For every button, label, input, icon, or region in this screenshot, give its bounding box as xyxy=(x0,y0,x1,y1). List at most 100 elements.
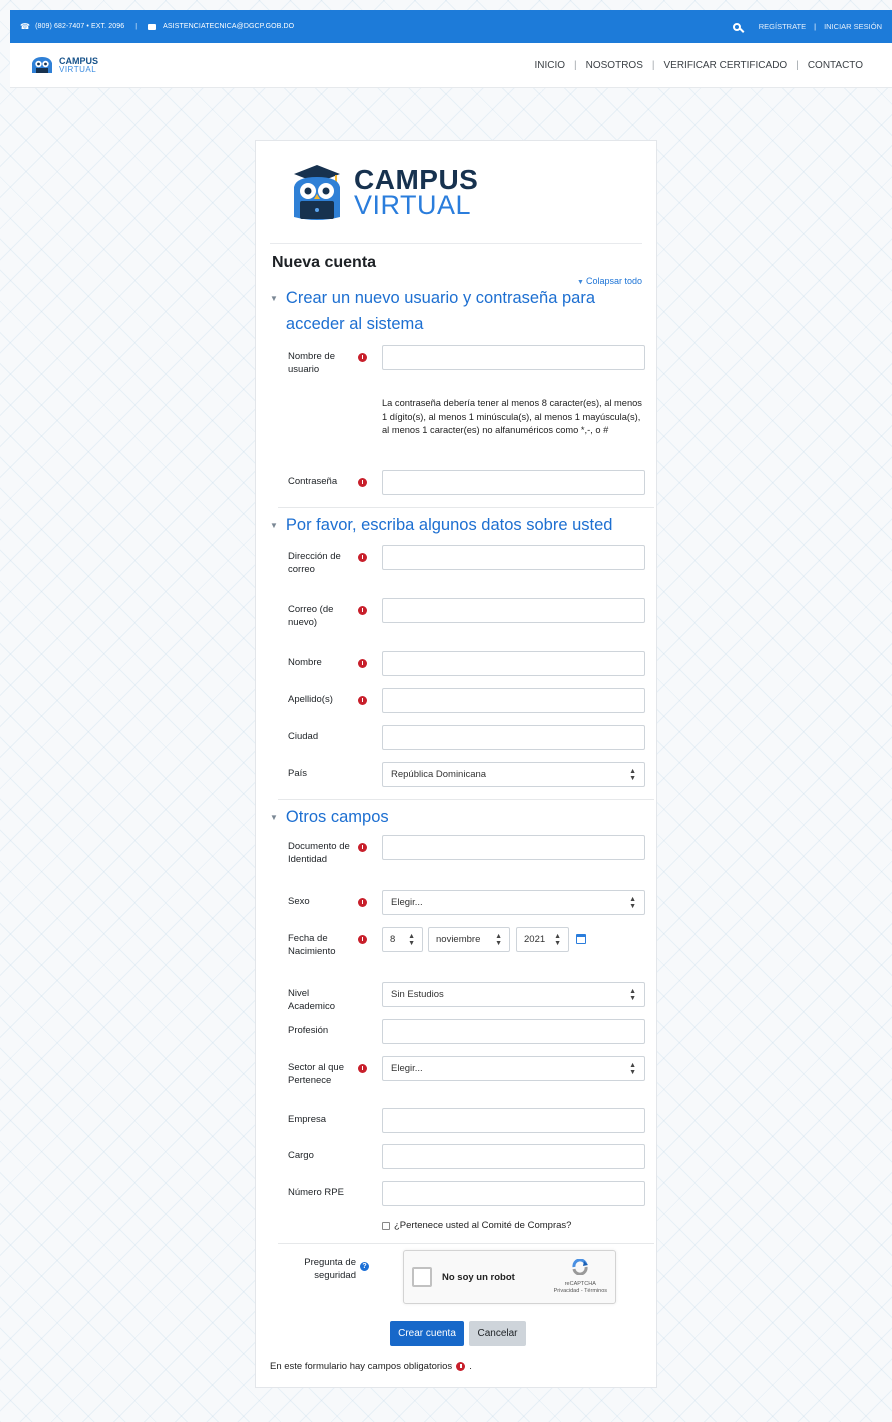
collapse-all-link[interactable]: ▼ Colapsar todo xyxy=(270,276,642,286)
lastname-row: Apellido(s) xyxy=(270,688,645,714)
committee-checkbox[interactable] xyxy=(382,1221,390,1230)
nav-item-verificar-certificado[interactable]: VERIFICAR CERTIFICADO xyxy=(654,60,796,71)
search-icon[interactable] xyxy=(732,22,741,31)
recaptcha-links[interactable]: Privacidad - Términos xyxy=(554,1288,607,1295)
academic-level-value: Sin Estudios xyxy=(391,989,444,1001)
section-collapse-icon: ▼ xyxy=(270,521,278,531)
required-fields-note: En este formulario hay campos obligatori… xyxy=(270,1361,472,1372)
login-link[interactable]: INICIAR SESIÓN xyxy=(824,22,882,31)
register-link[interactable]: REGÍSTRATE xyxy=(759,22,806,31)
required-note-period: . xyxy=(469,1361,472,1372)
email-row: Dirección de correo xyxy=(270,545,645,577)
section-account-title: Crear un nuevo usuario y contraseña para… xyxy=(285,289,596,333)
owl-logo-icon xyxy=(32,57,52,73)
calendar-icon[interactable] xyxy=(576,934,586,945)
contact-info: ☎ (809) 682-7407 • EXT. 2096 | ASISTENCI… xyxy=(20,22,294,31)
position-input[interactable] xyxy=(382,1144,645,1170)
recaptcha-checkbox[interactable] xyxy=(412,1267,432,1288)
id-document-input[interactable] xyxy=(382,835,645,861)
username-row: Nombre de usuario xyxy=(270,345,645,377)
help-icon[interactable]: ? xyxy=(360,1262,369,1272)
birth-year-value: 2021 xyxy=(524,934,546,946)
academic-level-select[interactable]: Sin Estudios ▲ ▼ xyxy=(382,982,645,1008)
section-divider xyxy=(278,799,654,801)
required-icon xyxy=(358,553,367,563)
profession-input[interactable] xyxy=(382,1019,645,1045)
required-note-text: En este formulario hay campos obligatori… xyxy=(270,1361,453,1372)
security-question-label: Pregunta de seguridad xyxy=(304,1257,356,1282)
logo-text-campus: CAMPUS xyxy=(354,163,479,195)
signup-card: CAMPUS VIRTUAL Nueva cuenta ▼ Colapsar to… xyxy=(255,140,657,1388)
email-confirm-input[interactable] xyxy=(382,598,645,624)
select-caret-icon: ▲ ▼ xyxy=(495,932,502,947)
birth-month-select[interactable]: noviembre ▲ ▼ xyxy=(428,927,510,953)
collapse-all-caret-icon: ▼ xyxy=(577,279,584,286)
firstname-input[interactable] xyxy=(382,651,645,677)
select-caret-icon: ▲ ▼ xyxy=(629,1061,636,1076)
birth-day-select[interactable]: 8 ▲ ▼ xyxy=(382,927,423,953)
email-input[interactable] xyxy=(382,545,645,571)
birth-month-value: noviembre xyxy=(436,934,481,946)
section-about-header[interactable]: ▼ Por favor, escriba algunos datos sobre… xyxy=(270,513,650,539)
brand-logo-link[interactable]: CAMPUS VIRTUAL xyxy=(30,55,98,75)
firstname-row: Nombre xyxy=(270,651,645,677)
country-label: País xyxy=(288,768,308,780)
sector-selected-value: Elegir... xyxy=(391,1063,423,1075)
campus-virtual-logo: CAMPUS VIRTUAL xyxy=(288,157,642,229)
password-input[interactable] xyxy=(382,470,645,496)
nav-item-inicio[interactable]: INICIO xyxy=(525,60,574,71)
create-account-button[interactable]: Crear cuenta xyxy=(390,1321,464,1346)
birthdate-row: Fecha de Nacimiento 8 ▲ ▼ noviembre ▲ ▼ 20… xyxy=(270,927,645,967)
select-caret-icon: ▲ ▼ xyxy=(629,767,636,782)
logo-divider xyxy=(270,243,642,244)
required-icon xyxy=(358,606,367,616)
section-account-header[interactable]: ▼ Crear un nuevo usuario y contraseña pa… xyxy=(270,286,600,337)
academic-level-label: Nivel Academico xyxy=(288,988,335,1013)
section-about-title: Por favor, escriba algunos datos sobre u… xyxy=(285,516,613,535)
lastname-input[interactable] xyxy=(382,688,645,714)
nav-menu: INICIO | NOSOTROS | VERIFICAR CERTIFICAD… xyxy=(525,60,872,71)
email-label: Dirección de correo xyxy=(288,551,341,576)
rpe-number-input[interactable] xyxy=(382,1181,645,1207)
company-row: Empresa xyxy=(270,1108,645,1134)
section-divider xyxy=(278,1243,654,1245)
username-label: Nombre de usuario xyxy=(288,351,335,376)
section-other-header[interactable]: ▼ Otros campos xyxy=(270,805,389,831)
birth-year-select[interactable]: 2021 ▲ ▼ xyxy=(516,927,569,953)
profession-label: Profesión xyxy=(288,1025,329,1037)
support-email[interactable]: ASISTENCIATECNICA@DGCP.GOB.DO xyxy=(163,23,294,30)
section-collapse-icon: ▼ xyxy=(270,813,278,823)
profession-row: Profesión xyxy=(270,1019,645,1045)
country-select[interactable]: República Dominicana ▲ ▼ xyxy=(382,762,645,788)
nav-item-nosotros[interactable]: NOSOTROS xyxy=(577,60,652,71)
cancel-button[interactable]: Cancelar xyxy=(469,1321,526,1346)
phone-number: (809) 682-7407 • EXT. 2096 xyxy=(35,23,125,30)
sector-row: Sector al que Pertenece Elegir... ▲ ▼ xyxy=(270,1056,645,1088)
recaptcha-brand: reCAPTCHA xyxy=(564,1280,596,1287)
id-document-row: Documento de Identidad xyxy=(270,835,645,867)
brand-name-line2: VIRTUAL xyxy=(59,64,97,74)
lastname-label: Apellido(s) xyxy=(288,694,333,706)
page-title: Nueva cuenta xyxy=(272,254,377,271)
sector-select[interactable]: Elegir... ▲ ▼ xyxy=(382,1056,645,1082)
company-input[interactable] xyxy=(382,1108,645,1134)
required-icon xyxy=(358,696,367,706)
username-input[interactable] xyxy=(382,345,645,371)
country-selected-value: República Dominicana xyxy=(391,769,487,781)
password-policy-note: La contraseña debería tener al menos 8 c… xyxy=(382,398,642,436)
topbar-actions: REGÍSTRATE | INICIAR SESIÓN xyxy=(732,22,882,31)
nav-item-contacto[interactable]: CONTACTO xyxy=(799,60,872,71)
sex-select[interactable]: Elegir... ▲ ▼ xyxy=(382,890,645,916)
required-icon xyxy=(358,659,367,669)
required-icon xyxy=(358,353,367,363)
rpe-number-row: Número RPE xyxy=(270,1181,645,1207)
required-icon xyxy=(358,935,367,945)
main-navbar: CAMPUS VIRTUAL INICIO | NOSOTROS | VERIF… xyxy=(10,43,892,88)
recaptcha-logo: reCAPTCHA Privacidad - Términos xyxy=(554,1258,607,1295)
required-icon xyxy=(358,478,367,488)
email-confirm-label: Correo (de nuevo) xyxy=(288,604,334,629)
committee-checkbox-row[interactable]: ¿Pertenece usted al Comité de Compras? xyxy=(382,1220,571,1231)
select-caret-icon: ▲ ▼ xyxy=(554,932,561,947)
academic-level-row: Nivel Academico Sin Estudios ▲ ▼ xyxy=(270,982,645,1014)
city-input[interactable] xyxy=(382,725,645,751)
